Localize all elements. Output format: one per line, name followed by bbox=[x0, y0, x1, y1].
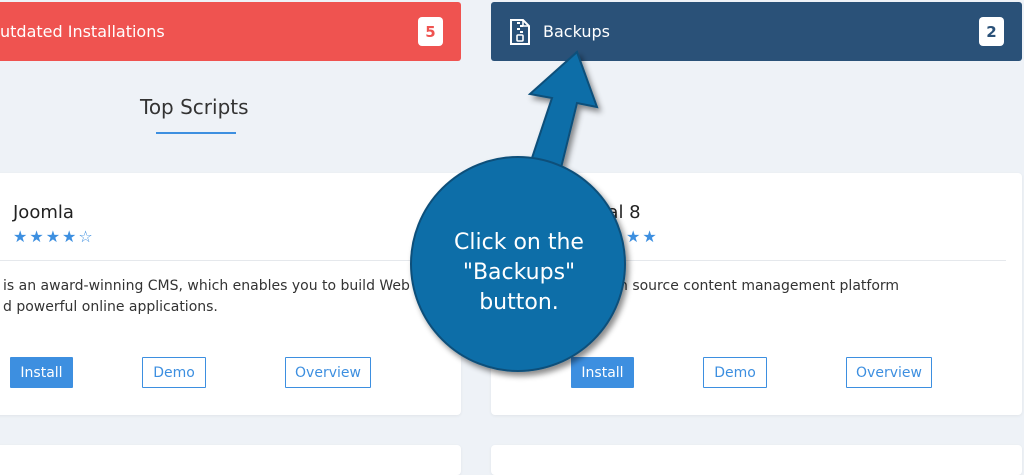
script-name: Joomla bbox=[13, 202, 74, 223]
script-description-line1: is an award-winning CMS, which enables y… bbox=[3, 278, 410, 294]
demo-button[interactable]: Demo bbox=[703, 357, 767, 388]
script-description-line2: d powerful online applications. bbox=[3, 299, 218, 315]
callout-line3: button. bbox=[479, 290, 559, 315]
install-button[interactable]: Install bbox=[10, 357, 73, 388]
overview-button[interactable]: Overview bbox=[285, 357, 371, 388]
script-card-partial bbox=[491, 445, 1022, 475]
script-card-partial bbox=[0, 445, 461, 475]
section-title: Top Scripts bbox=[140, 95, 249, 119]
script-card-joomla: Joomla ★★★★☆ is an award-winning CMS, wh… bbox=[0, 173, 461, 415]
backups-label: Backups bbox=[543, 22, 610, 41]
outdated-installations-bar[interactable]: utdated Installations 5 bbox=[0, 2, 461, 61]
file-zip-icon bbox=[509, 18, 531, 45]
script-name: pal 8 bbox=[596, 202, 641, 223]
section-title-underline bbox=[156, 132, 236, 134]
outdated-count-badge: 5 bbox=[418, 17, 443, 46]
rating-stars: ★★ bbox=[626, 227, 659, 246]
backups-count-badge: 2 bbox=[979, 17, 1004, 46]
demo-button[interactable]: Demo bbox=[142, 357, 206, 388]
backups-bar[interactable]: Backups 2 bbox=[491, 2, 1022, 61]
callout-text: Click on the "Backups" button. bbox=[430, 228, 608, 318]
callout-line2: "Backups" bbox=[462, 260, 576, 285]
script-description-line1: n source content management platform bbox=[619, 278, 900, 294]
rating-stars: ★★★★☆ bbox=[13, 227, 95, 246]
overview-button[interactable]: Overview bbox=[846, 357, 932, 388]
card-divider bbox=[0, 260, 455, 261]
install-button[interactable]: Install bbox=[571, 357, 634, 388]
outdated-installations-label: utdated Installations bbox=[0, 22, 165, 41]
callout-line1: Click on the bbox=[454, 230, 584, 255]
